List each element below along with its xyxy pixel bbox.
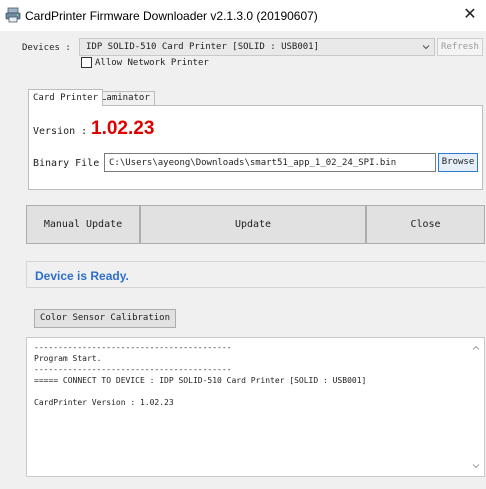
browse-button[interactable]: Browse [438, 153, 478, 172]
log-scrollbar[interactable] [468, 338, 484, 476]
binary-file-label: Binary File : [33, 158, 112, 169]
version-value: 1.02.23 [91, 118, 155, 139]
version-label: Version : [33, 126, 88, 137]
manual-update-button[interactable]: Manual Update [26, 205, 140, 244]
window-close-button[interactable]: ✕ [460, 6, 480, 24]
log-line: ===== CONNECT TO DEVICE : IDP SOLID-510 … [34, 376, 367, 385]
chevron-up-icon[interactable] [470, 343, 482, 353]
binary-file-input[interactable] [104, 153, 436, 172]
devices-selected-value: IDP SOLID-510 Card Printer [SOLID : USB0… [86, 42, 319, 52]
allow-network-label: Allow Network Printer [95, 58, 209, 68]
title-bar: CardPrinter Firmware Downloader v2.1.3.0… [0, 0, 486, 31]
allow-network-checkbox[interactable] [81, 57, 92, 68]
color-sensor-calibration-button[interactable]: Color Sensor Calibration [34, 309, 176, 328]
refresh-button[interactable]: Refresh [437, 38, 483, 56]
tab-laminator[interactable]: Laminator [96, 91, 155, 105]
status-panel: Device is Ready. [26, 261, 485, 288]
status-text: Device is Ready. [35, 269, 129, 283]
devices-label: Devices : [22, 43, 71, 53]
close-button[interactable]: Close [366, 205, 485, 244]
update-button[interactable]: Update [140, 205, 366, 244]
chevron-down-icon [422, 45, 430, 50]
log-output[interactable]: ----------------------------------------… [26, 337, 485, 477]
tab-card-printer[interactable]: Card Printer [28, 89, 104, 106]
window-title: CardPrinter Firmware Downloader v2.1.3.0… [25, 9, 318, 23]
log-line: ----------------------------------------… [34, 365, 232, 374]
log-line: Program Start. [34, 354, 102, 363]
printer-icon [5, 7, 21, 23]
log-line: ----------------------------------------… [34, 343, 232, 352]
log-line: CardPrinter Version : 1.02.23 [34, 398, 174, 407]
devices-dropdown[interactable]: IDP SOLID-510 Card Printer [SOLID : USB0… [79, 38, 435, 56]
chevron-down-icon[interactable] [470, 461, 482, 471]
